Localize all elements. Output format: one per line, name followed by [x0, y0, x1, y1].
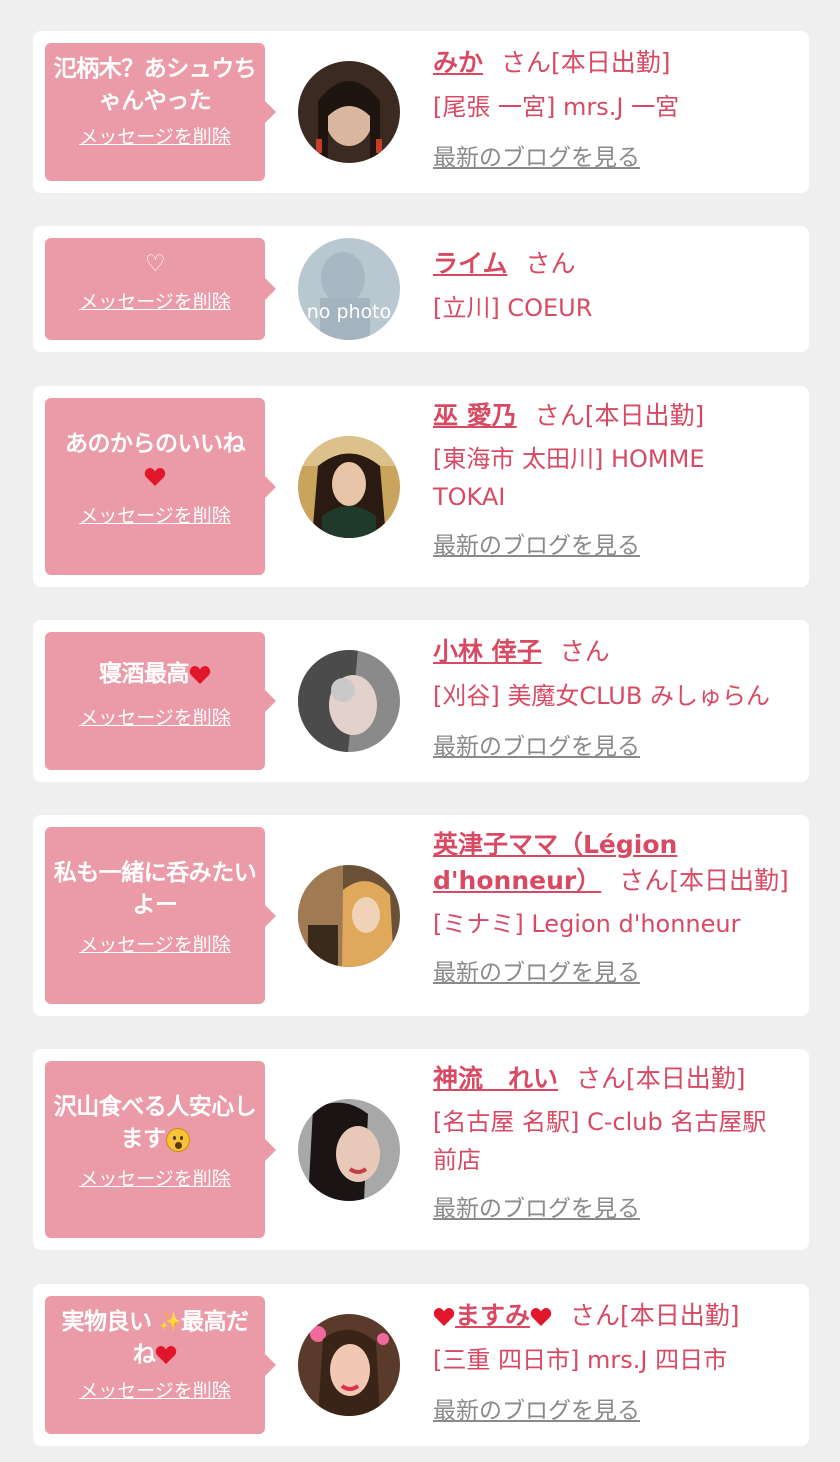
shop-info: [立川] COEUR	[433, 294, 593, 322]
message-text-part: 実物良い	[61, 1309, 153, 1335]
cast-name-link[interactable]: ライム	[433, 249, 508, 278]
message-text: 実物良い ✨最高だね	[53, 1306, 257, 1371]
message-card: 沢山食べる人安心します メッセージを削除 神流 れい さん[本日出勤] [名古屋 …	[33, 1049, 809, 1250]
surprised-face-icon	[165, 1127, 190, 1152]
delete-message-button[interactable]: メッセージを削除	[53, 504, 257, 528]
message-card: 実物良い ✨最高だね メッセージを削除 ますみ さん[本日出勤] [三重 四日市]…	[33, 1284, 809, 1446]
shop-info: [東海市 太田川] HOMME TOKAI	[433, 445, 705, 511]
profile-info: みか さん[本日出勤] [尾張 一宮] mrs.J 一宮 最新のブログを見る	[433, 45, 798, 174]
cast-name-link[interactable]: 小林 倖子	[433, 637, 542, 666]
message-text-content: あのからのいいね	[65, 431, 246, 457]
cast-name-link[interactable]: ますみ	[433, 1301, 552, 1330]
shop-info: [ミナミ] Legion d'honneur	[433, 910, 741, 938]
honorific: さん	[534, 401, 585, 430]
message-bubble: あのからのいいね メッセージを削除	[45, 398, 276, 575]
blog-link[interactable]: 最新のブログを見る	[433, 1193, 640, 1225]
heart-icon	[433, 1307, 455, 1327]
cast-name-link[interactable]: 巫 愛乃	[433, 401, 517, 430]
message-text: 私も一緒に呑みたいよー	[53, 860, 257, 918]
message-text: あのからのいいね	[53, 428, 257, 492]
avatar[interactable]	[298, 865, 400, 967]
no-photo-label: no photo	[307, 301, 392, 323]
honorific: さん	[570, 1301, 621, 1330]
honorific: さん	[619, 866, 670, 895]
status-badge: [本日出勤]	[626, 1064, 746, 1093]
delete-message-button[interactable]: メッセージを削除	[53, 1167, 257, 1191]
heart-icon	[155, 1345, 177, 1365]
message-card: ♡ メッセージを削除 no photo ライム さん [立川] COEUR	[33, 226, 809, 352]
message-card: 寝酒最高 メッセージを削除 小林 倖子 さん [刈谷] 美魔女CLUB みしゅらん…	[33, 620, 809, 782]
cast-name-link[interactable]: みか	[433, 48, 483, 77]
avatar[interactable]: no photo	[298, 238, 400, 340]
message-card: 私も一緒に呑みたいよー メッセージを削除 英津子ママ（Légion d'honn…	[33, 815, 809, 1016]
delete-message-button[interactable]: メッセージを削除	[53, 1379, 257, 1403]
delete-message-button[interactable]: メッセージを削除	[53, 290, 257, 314]
heart-icon	[530, 1307, 552, 1327]
avatar[interactable]	[298, 436, 400, 538]
message-text-content: 沢山食べる人安心します	[53, 1094, 257, 1152]
profile-info: 巫 愛乃 さん[本日出勤] [東海市 太田川] HOMME TOKAI 最新のブロ…	[433, 398, 798, 562]
sparkle-icon: ✨	[159, 1311, 181, 1333]
status-badge: [本日出勤]	[584, 401, 705, 430]
blog-link[interactable]: 最新のブログを見る	[433, 530, 640, 562]
honorific: さん	[576, 1064, 627, 1093]
heart-icon	[189, 665, 211, 685]
status-badge: [本日出勤]	[620, 1301, 740, 1330]
status-badge: [本日出勤]	[669, 866, 789, 895]
delete-message-button[interactable]: メッセージを削除	[53, 933, 257, 957]
profile-info: ますみ さん[本日出勤] [三重 四日市] mrs.J 四日市 最新のブログを見る	[433, 1298, 798, 1427]
blog-link[interactable]: 最新のブログを見る	[433, 731, 640, 763]
profile-info: 小林 倖子 さん [刈谷] 美魔女CLUB みしゅらん 最新のブログを見る	[433, 634, 798, 763]
profile-info: 神流 れい さん[本日出勤] [名古屋 名駅] C-club 名古屋駅前店 最新の…	[433, 1061, 798, 1225]
status-badge: [本日出勤]	[551, 48, 671, 77]
message-bubble: 沢山食べる人安心します メッセージを削除	[45, 1061, 276, 1238]
cast-name-link[interactable]: 神流 れい	[433, 1064, 558, 1093]
message-bubble: 実物良い ✨最高だね メッセージを削除	[45, 1296, 276, 1434]
avatar[interactable]	[298, 1314, 400, 1416]
heart-icon	[144, 467, 166, 487]
message-bubble: 私も一緒に呑みたいよー メッセージを削除	[45, 827, 276, 1004]
profile-info: ライム さん [立川] COEUR	[433, 246, 798, 327]
blog-link[interactable]: 最新のブログを見る	[433, 1395, 640, 1427]
message-bubble: 寝酒最高 メッセージを削除	[45, 632, 276, 770]
message-text-content: 寝酒最高	[99, 661, 190, 687]
shop-info: [刈谷] 美魔女CLUB みしゅらん	[433, 682, 770, 710]
avatar[interactable]	[298, 1099, 400, 1201]
honorific: さん	[559, 637, 610, 666]
shop-info: [尾張 一宮] mrs.J 一宮	[433, 93, 680, 121]
message-text: 寝酒最高	[53, 658, 257, 690]
honorific: さん	[501, 48, 552, 77]
delete-message-button[interactable]: メッセージを削除	[53, 706, 257, 730]
profile-info: 英津子ママ（Légion d'honneur） さん[本日出勤] [ミナミ] Le…	[433, 827, 798, 989]
delete-message-button[interactable]: メッセージを削除	[53, 125, 257, 149]
message-bubble: 氾柄木？あシュウちゃんやった メッセージを削除	[45, 43, 276, 181]
message-text: 沢山食べる人安心します	[53, 1091, 257, 1155]
avatar[interactable]	[298, 61, 400, 163]
message-bubble: ♡ メッセージを削除	[45, 238, 276, 340]
avatar[interactable]	[298, 650, 400, 752]
blog-link[interactable]: 最新のブログを見る	[433, 957, 640, 989]
message-card: あのからのいいね メッセージを削除 巫 愛乃 さん[本日出勤] [東海市 太田川]…	[33, 386, 809, 587]
honorific: さん	[525, 249, 576, 278]
blog-link[interactable]: 最新のブログを見る	[433, 142, 640, 174]
message-text: ♡	[144, 251, 166, 277]
shop-info: [三重 四日市] mrs.J 四日市	[433, 1346, 728, 1374]
message-card: 氾柄木？あシュウちゃんやった メッセージを削除 みか さん[本日出勤] [尾張 一…	[33, 31, 809, 193]
cast-name-text: ますみ	[455, 1301, 531, 1330]
message-text: 氾柄木？あシュウちゃんやった	[53, 56, 257, 114]
shop-info: [名古屋 名駅] C-club 名古屋駅前店	[433, 1108, 767, 1174]
